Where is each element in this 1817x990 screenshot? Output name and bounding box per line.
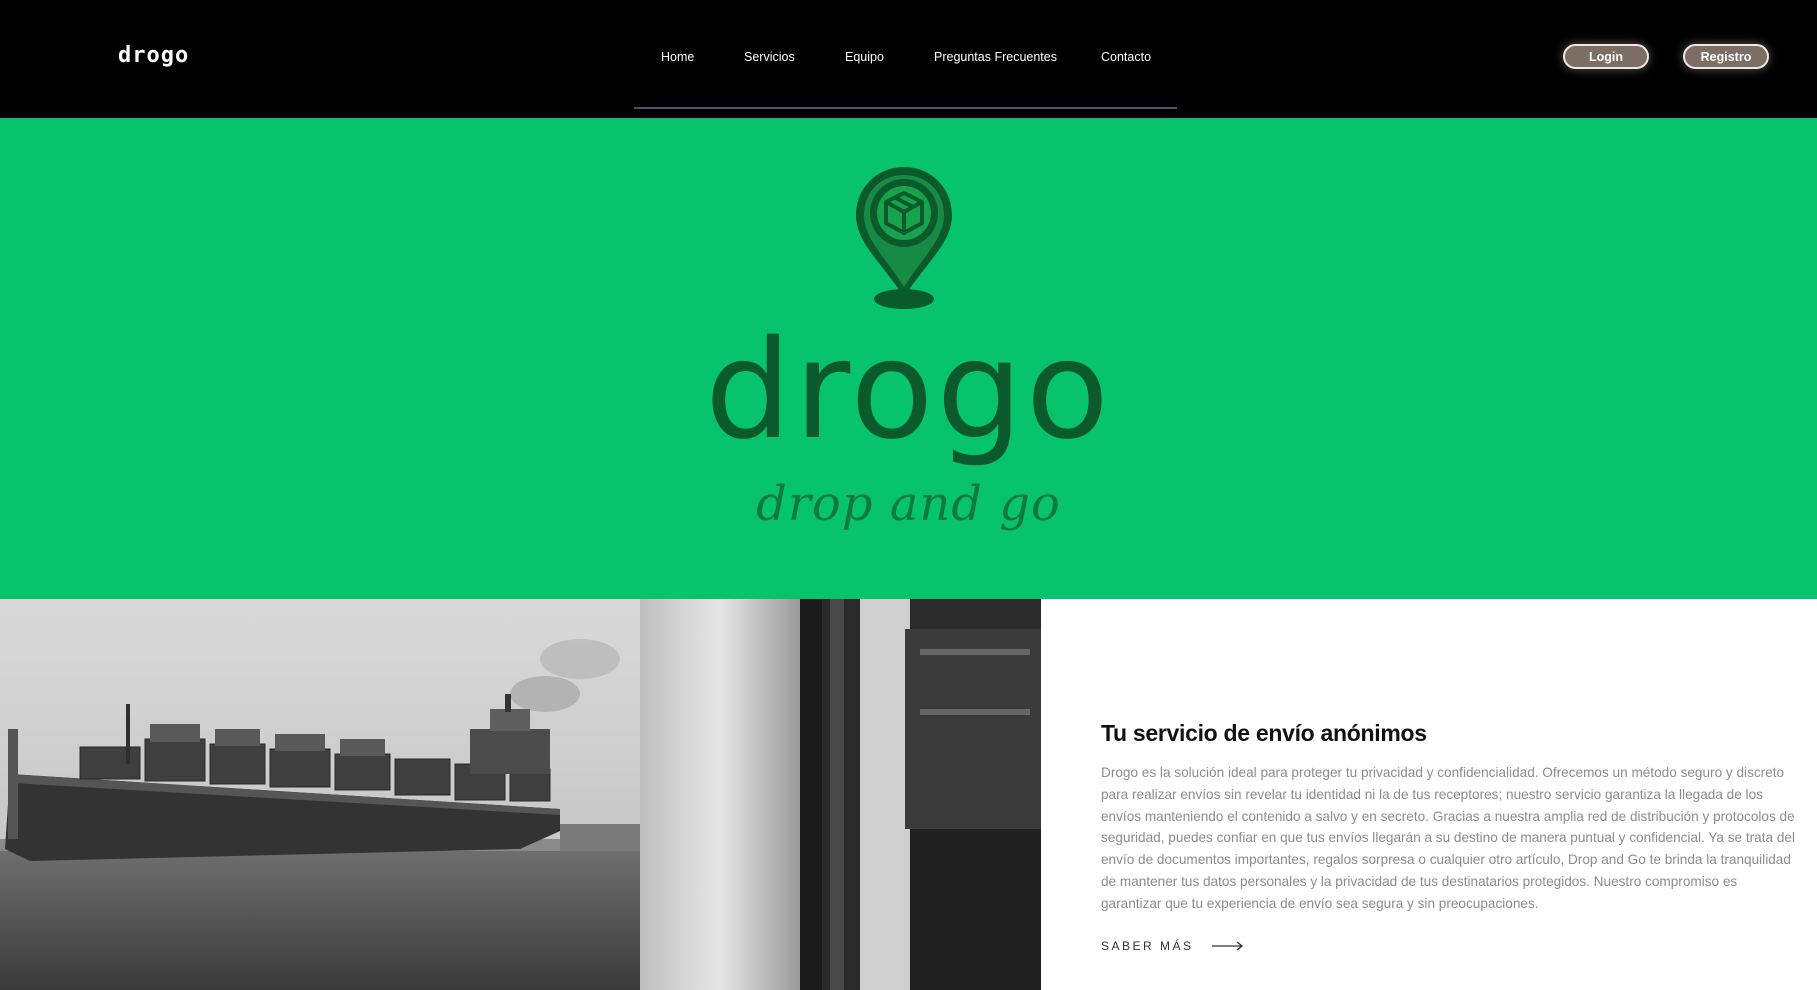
cargo-ship-photo [0, 599, 1041, 990]
main-nav: Home Servicios Equipo Preguntas Frecuent… [634, 0, 1177, 109]
register-button[interactable]: Registro [1683, 44, 1769, 69]
about-body: Drogo es la solución ideal para proteger… [1101, 765, 1795, 911]
nav-item-servicios[interactable]: Servicios [744, 50, 795, 64]
top-navigation-bar: drogo Home Servicios Equipo Preguntas Fr… [0, 0, 1817, 118]
saber-mas-link[interactable]: SABER MÁS [1101, 939, 1244, 953]
nav-item-preguntas-frecuentes[interactable]: Preguntas Frecuentes [934, 50, 1057, 64]
nav-item-equipo[interactable]: Equipo [845, 50, 884, 64]
saber-mas-label: SABER MÁS [1101, 939, 1194, 953]
login-button[interactable]: Login [1563, 44, 1649, 69]
hero-tagline: drop and go [756, 476, 1061, 532]
hero-logo-word: drogo [705, 312, 1112, 470]
brand-logo-text[interactable]: drogo [118, 43, 189, 68]
arrow-right-icon [1211, 941, 1243, 951]
nav-item-home[interactable]: Home [661, 50, 694, 64]
about-title: Tu servicio de envío anónimos [1101, 720, 1427, 746]
map-pin-package-icon [856, 167, 952, 309]
nav-item-contacto[interactable]: Contacto [1101, 50, 1151, 64]
